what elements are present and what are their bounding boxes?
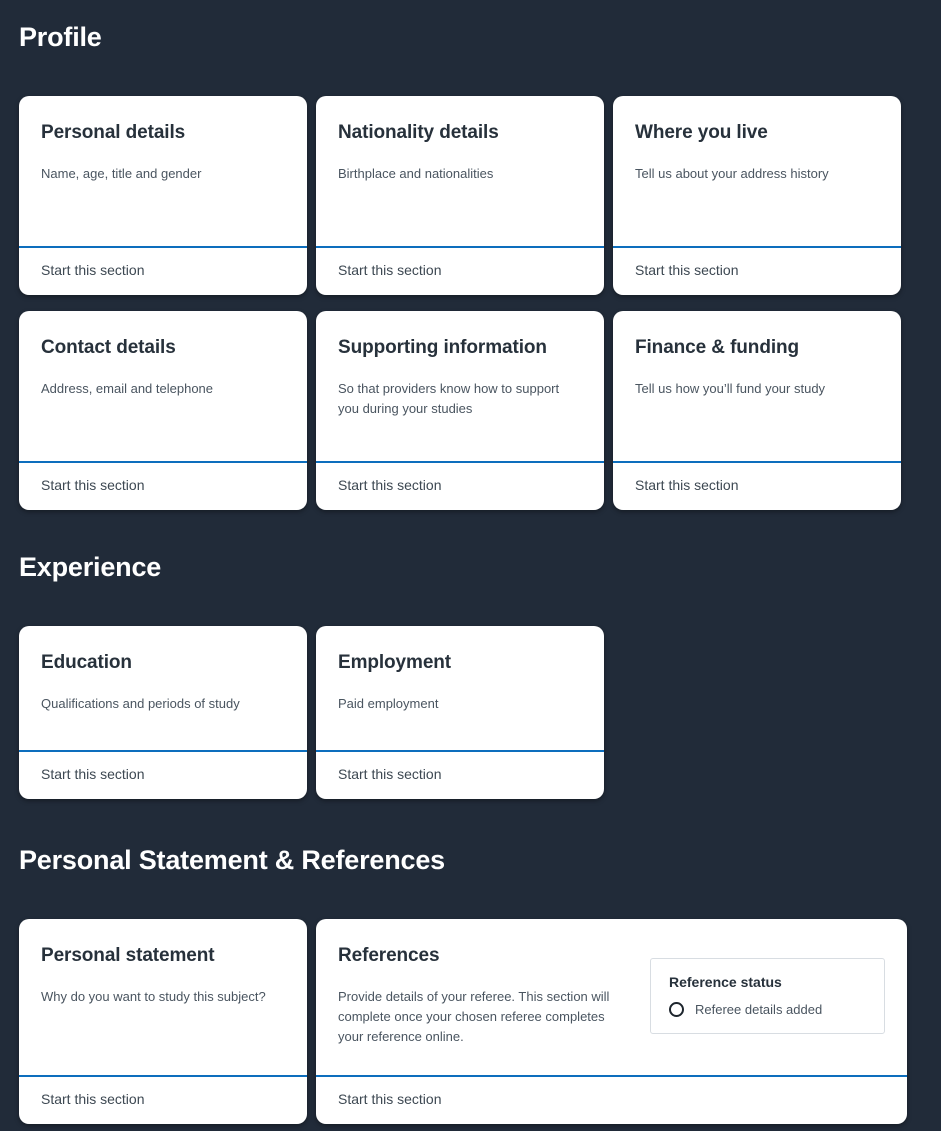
- reference-status-option[interactable]: Referee details added: [669, 1002, 866, 1018]
- card-row-statement: Personal statement Why do you want to st…: [19, 919, 907, 1124]
- card-title: Where you live: [635, 122, 768, 143]
- card-title: Nationality details: [338, 122, 499, 143]
- card-description: Tell us how you’ll fund your study: [635, 380, 826, 396]
- card-body: Supporting information So that providers…: [316, 311, 604, 461]
- card-title: Contact details: [41, 337, 176, 358]
- card-description: Paid employment: [338, 695, 439, 711]
- card-body: Contact details Address, email and telep…: [19, 311, 307, 461]
- card-references[interactable]: References Provide details of your refer…: [316, 919, 907, 1124]
- reference-status-title: Reference status: [669, 974, 782, 990]
- card-body: References Provide details of your refer…: [316, 919, 907, 1075]
- card-description: Name, age, title and gender: [41, 165, 202, 181]
- application-sections-page: Profile Personal details Name, age, titl…: [0, 0, 941, 1131]
- card-title: Employment: [338, 652, 452, 673]
- card-body: Education Qualifications and periods of …: [19, 626, 307, 750]
- card-action-start-this-section[interactable]: Start this section: [19, 1075, 307, 1124]
- card-where-you-live[interactable]: Where you live Tell us about your addres…: [613, 96, 901, 295]
- card-finance-and-funding[interactable]: Finance & funding Tell us how you’ll fun…: [613, 311, 901, 510]
- card-row-experience: Education Qualifications and periods of …: [19, 626, 604, 799]
- card-action-start-this-section[interactable]: Start this section: [316, 246, 604, 295]
- reference-status-panel: Reference status Referee details added: [650, 958, 885, 1035]
- card-action-start-this-section[interactable]: Start this section: [316, 461, 604, 510]
- card-row-profile-2: Contact details Address, email and telep…: [19, 311, 901, 510]
- card-action-start-this-section[interactable]: Start this section: [613, 246, 901, 295]
- card-description: Why do you want to study this subject?: [41, 988, 266, 1004]
- card-body: Finance & funding Tell us how you’ll fun…: [613, 311, 901, 461]
- card-description: Provide details of your referee. This se…: [338, 988, 610, 1044]
- card-title: References: [338, 945, 440, 966]
- card-description: Qualifications and periods of study: [41, 695, 240, 711]
- card-action-start-this-section[interactable]: Start this section: [19, 246, 307, 295]
- references-text-block: References Provide details of your refer…: [338, 945, 628, 1047]
- card-nationality-details[interactable]: Nationality details Birthplace and natio…: [316, 96, 604, 295]
- card-body: Personal statement Why do you want to st…: [19, 919, 307, 1075]
- card-body: Nationality details Birthplace and natio…: [316, 96, 604, 246]
- card-body: Employment Paid employment: [316, 626, 604, 750]
- card-action-start-this-section[interactable]: Start this section: [316, 1075, 907, 1124]
- card-title: Supporting information: [338, 337, 547, 358]
- card-action-start-this-section[interactable]: Start this section: [316, 750, 604, 799]
- card-body: Where you live Tell us about your addres…: [613, 96, 901, 246]
- card-row-profile-1: Personal details Name, age, title and ge…: [19, 96, 901, 295]
- reference-status-option-label: Referee details added: [695, 1001, 823, 1017]
- card-employment[interactable]: Employment Paid employment Start this se…: [316, 626, 604, 799]
- card-education[interactable]: Education Qualifications and periods of …: [19, 626, 307, 799]
- section-heading-personal-statement-and-references: Personal Statement & References: [19, 845, 445, 875]
- card-personal-details[interactable]: Personal details Name, age, title and ge…: [19, 96, 307, 295]
- card-contact-details[interactable]: Contact details Address, email and telep…: [19, 311, 307, 510]
- card-description: Address, email and telephone: [41, 380, 214, 396]
- section-heading-profile: Profile: [19, 22, 102, 52]
- card-title: Education: [41, 652, 132, 673]
- radio-unselected-icon[interactable]: [669, 1002, 684, 1018]
- card-title: Personal details: [41, 122, 186, 143]
- card-description: Birthplace and nationalities: [338, 165, 494, 181]
- card-action-start-this-section[interactable]: Start this section: [19, 461, 307, 510]
- card-description: Tell us about your address history: [635, 165, 829, 181]
- section-heading-experience: Experience: [19, 552, 162, 582]
- card-action-start-this-section[interactable]: Start this section: [613, 461, 901, 510]
- card-description: So that providers know how to support yo…: [338, 380, 560, 416]
- card-personal-statement[interactable]: Personal statement Why do you want to st…: [19, 919, 307, 1124]
- card-title: Personal statement: [41, 945, 215, 966]
- card-title: Finance & funding: [635, 337, 800, 358]
- card-action-start-this-section[interactable]: Start this section: [19, 750, 307, 799]
- card-body: Personal details Name, age, title and ge…: [19, 96, 307, 246]
- card-supporting-information[interactable]: Supporting information So that providers…: [316, 311, 604, 510]
